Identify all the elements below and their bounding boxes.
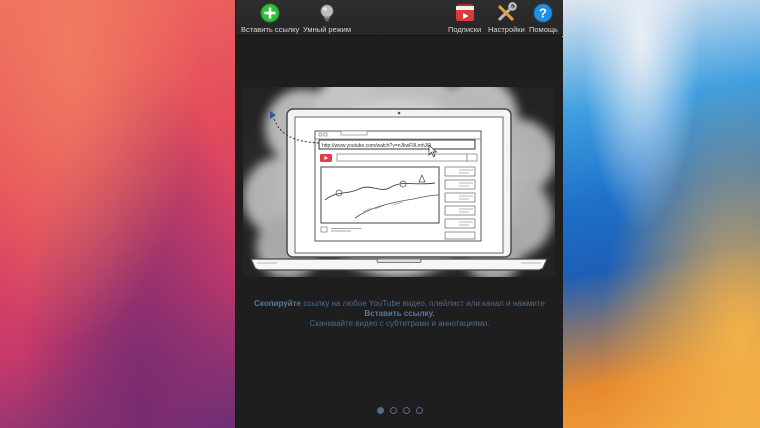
paste-link-label: Вставить ссылку <box>241 25 300 34</box>
page-dot-2[interactable] <box>389 407 397 414</box>
instructions-line-1-rest: ссылку на любое YouTube видео, плейлист … <box>300 299 545 308</box>
paste-emphasis: Вставить ссылку. <box>364 309 435 318</box>
paste-link-button[interactable]: Вставить ссылку <box>241 2 299 34</box>
subscriptions-label: Подписки <box>448 25 482 34</box>
page-dot-3[interactable] <box>402 407 410 414</box>
page-dot-4[interactable] <box>415 407 423 414</box>
page-indicator <box>236 407 563 414</box>
page-dot-1[interactable] <box>376 407 384 414</box>
tutorial-illustration: http://www.youtube.com/watch?v=nJkwF9Lmh… <box>243 65 556 282</box>
welcome-content: http://www.youtube.com/watch?v=nJkwF9Lmh… <box>236 37 563 428</box>
plus-circle-icon <box>259 2 281 24</box>
copy-emphasis: Скопируйте <box>254 299 301 308</box>
settings-label: Настройки <box>488 25 525 34</box>
svg-text:?: ? <box>540 6 548 21</box>
instructions-line-2: Вставить ссылку. <box>236 309 563 319</box>
toolbar: Вставить ссылку Умный режим Подписки Нас… <box>236 0 563 36</box>
url-text: http://www.youtube.com/watch?v=nJkwF9Lmh… <box>322 143 431 149</box>
desktop-wallpaper-left <box>0 0 235 428</box>
app-window: Вставить ссылку Умный режим Подписки Нас… <box>235 0 563 428</box>
help-label: Помощь <box>529 25 558 34</box>
question-circle-icon: ? <box>532 2 554 24</box>
smart-mode-button[interactable]: Умный режим <box>303 2 351 34</box>
subscriptions-button[interactable]: Подписки <box>448 2 481 34</box>
smart-mode-label: Умный режим <box>303 25 352 34</box>
instructions-text: Скопируйте ссылку на любое YouTube видео… <box>236 299 563 329</box>
instructions-line-1: Скопируйте ссылку на любое YouTube видео… <box>236 299 563 309</box>
youtube-subscriptions-icon <box>454 2 476 24</box>
settings-button[interactable]: Настройки <box>488 2 525 34</box>
lightbulb-icon <box>316 2 338 24</box>
tools-icon <box>495 2 518 24</box>
desktop-wallpaper-right <box>562 0 760 428</box>
help-button[interactable]: ? Помощь <box>529 2 558 34</box>
instructions-line-3: Скачивайте видео с субтитрами и аннотаци… <box>309 319 490 328</box>
